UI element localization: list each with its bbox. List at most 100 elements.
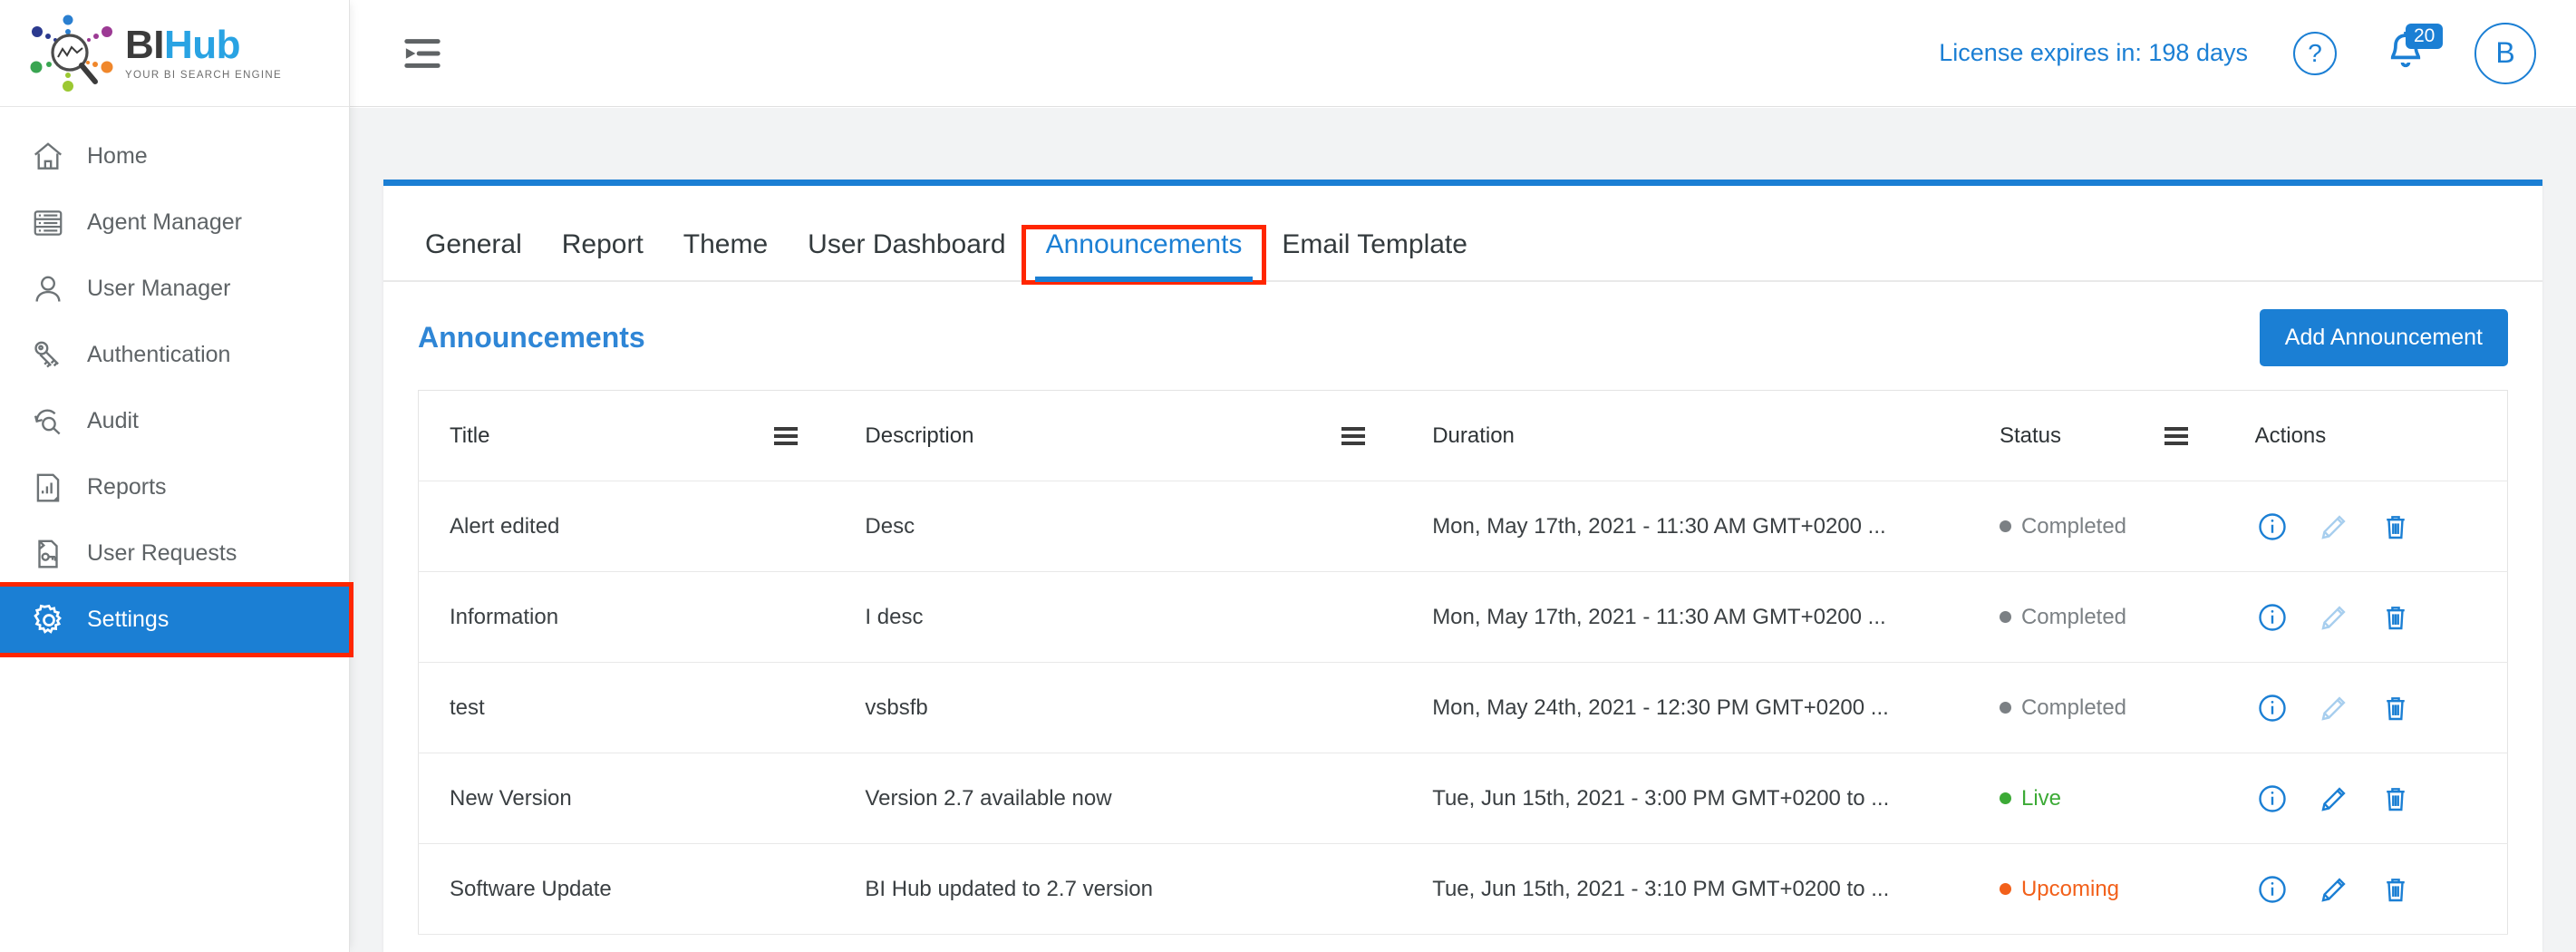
delete-trash-icon[interactable] bbox=[2378, 782, 2413, 816]
status-badge: Upcoming bbox=[1999, 877, 2224, 902]
brand-title-bi: BI bbox=[125, 23, 165, 67]
sidebar-item-label: User Manager bbox=[87, 276, 231, 301]
cell-status: Completed bbox=[1968, 481, 2224, 572]
avatar-initial: B bbox=[2495, 36, 2515, 69]
tab-theme[interactable]: Theme bbox=[663, 229, 788, 280]
edit-pencil-icon bbox=[2317, 510, 2351, 544]
column-header-status[interactable]: Status bbox=[1968, 390, 2224, 481]
status-dot-icon bbox=[1999, 792, 2011, 804]
announcements-table-wrapper: Title Description Duration Status Action… bbox=[383, 390, 2542, 935]
add-announcement-button[interactable]: Add Announcement bbox=[2259, 309, 2508, 366]
sidebar: BIHub YOUR BI SEARCH ENGINE Home Agent M… bbox=[0, 0, 353, 952]
cell-status: Completed bbox=[1968, 571, 2224, 663]
cell-actions bbox=[2223, 662, 2508, 753]
cell-status: Upcoming bbox=[1968, 843, 2224, 935]
sidebar-item-settings[interactable]: Settings bbox=[0, 582, 353, 657]
settings-card: General Report Theme User Dashboard Anno… bbox=[383, 180, 2542, 952]
sidebar-item-user-requests[interactable]: User Requests bbox=[0, 520, 349, 587]
edit-pencil-icon[interactable] bbox=[2317, 782, 2351, 816]
application-window: BIHub YOUR BI SEARCH ENGINE Home Agent M… bbox=[0, 0, 2576, 952]
tab-label: Theme bbox=[683, 229, 769, 259]
column-header-label: Description bbox=[865, 423, 974, 448]
tab-email-template[interactable]: Email Template bbox=[1262, 229, 1487, 280]
server-list-icon bbox=[31, 206, 73, 240]
sidebar-nav: Home Agent Manager User Manager Authenti… bbox=[0, 107, 353, 657]
sidebar-item-label: Audit bbox=[87, 408, 139, 433]
cell-duration: Mon, May 17th, 2021 - 11:30 AM GMT+0200 … bbox=[1401, 571, 1969, 663]
tab-general[interactable]: General bbox=[405, 229, 542, 280]
tab-label: General bbox=[425, 229, 522, 259]
avatar[interactable]: B bbox=[2474, 22, 2536, 84]
sidebar-item-home[interactable]: Home bbox=[0, 123, 349, 189]
sidebar-item-user-manager[interactable]: User Manager bbox=[0, 256, 349, 322]
sidebar-item-label: Home bbox=[87, 143, 148, 169]
cell-duration: Tue, Jun 15th, 2021 - 3:10 PM GMT+0200 t… bbox=[1401, 843, 1969, 935]
info-icon[interactable] bbox=[2255, 872, 2290, 907]
tab-user-dashboard[interactable]: User Dashboard bbox=[788, 229, 1025, 280]
edit-pencil-icon[interactable] bbox=[2317, 872, 2351, 907]
table-row[interactable]: Software Update BI Hub updated to 2.7 ver… bbox=[418, 843, 2508, 935]
cell-title: test bbox=[418, 662, 835, 753]
column-menu-icon[interactable] bbox=[774, 426, 799, 445]
column-header-duration[interactable]: Duration bbox=[1401, 390, 1969, 481]
settings-tabs: General Report Theme User Dashboard Anno… bbox=[383, 186, 2542, 285]
keys-icon bbox=[31, 338, 73, 373]
cell-actions bbox=[2223, 843, 2508, 935]
sidebar-item-audit[interactable]: Audit bbox=[0, 388, 349, 454]
license-expiry-text[interactable]: License expires in: 198 days bbox=[1939, 39, 2248, 67]
table-row[interactable]: Information I desc Mon, May 17th, 2021 - 1… bbox=[418, 571, 2508, 663]
tab-report[interactable]: Report bbox=[542, 229, 663, 280]
info-icon[interactable] bbox=[2255, 691, 2290, 725]
cell-description: Version 2.7 available now bbox=[834, 753, 1402, 844]
delete-trash-icon[interactable] bbox=[2378, 510, 2413, 544]
notification-badge: 20 bbox=[2406, 23, 2444, 50]
cell-duration: Mon, May 17th, 2021 - 11:30 AM GMT+0200 … bbox=[1401, 481, 1969, 572]
edit-pencil-icon bbox=[2317, 600, 2351, 635]
status-badge: Live bbox=[1999, 786, 2224, 811]
table-row[interactable]: New Version Version 2.7 available now Tue,… bbox=[418, 753, 2508, 844]
status-dot-icon bbox=[1999, 611, 2011, 623]
cell-description: vsbsfb bbox=[834, 662, 1402, 753]
brand-title: BIHub bbox=[125, 25, 282, 65]
info-icon[interactable] bbox=[2255, 782, 2290, 816]
tab-label: User Dashboard bbox=[808, 229, 1006, 259]
brand-text: BIHub YOUR BI SEARCH ENGINE bbox=[125, 25, 282, 82]
cell-status: Completed bbox=[1968, 662, 2224, 753]
column-menu-icon[interactable] bbox=[1341, 426, 1366, 445]
tab-label: Email Template bbox=[1282, 229, 1467, 259]
table-row[interactable]: test vsbsfb Mon, May 24th, 2021 - 12:30 PM… bbox=[418, 662, 2508, 753]
brand-logo[interactable]: BIHub YOUR BI SEARCH ENGINE bbox=[0, 0, 349, 107]
column-menu-icon[interactable] bbox=[2164, 426, 2188, 445]
question-mark-icon[interactable]: ? bbox=[2293, 31, 2337, 75]
column-header-title[interactable]: Title bbox=[418, 390, 835, 481]
cell-title: Information bbox=[418, 571, 835, 663]
cell-actions bbox=[2223, 571, 2508, 663]
cell-duration: Mon, May 24th, 2021 - 12:30 PM GMT+0200 … bbox=[1401, 662, 1969, 753]
tab-label: Announcements bbox=[1045, 229, 1243, 259]
brand-tagline: YOUR BI SEARCH ENGINE bbox=[125, 70, 282, 81]
column-header-description[interactable]: Description bbox=[834, 390, 1402, 481]
column-header-actions: Actions bbox=[2223, 390, 2508, 481]
table-body: Alert edited Desc Mon, May 17th, 2021 - 11… bbox=[418, 481, 2508, 935]
main-content: General Report Theme User Dashboard Anno… bbox=[350, 108, 2576, 952]
sidebar-item-authentication[interactable]: Authentication bbox=[0, 322, 349, 388]
delete-trash-icon[interactable] bbox=[2378, 872, 2413, 907]
delete-trash-icon[interactable] bbox=[2378, 691, 2413, 725]
sidebar-item-reports[interactable]: Reports bbox=[0, 454, 349, 520]
cell-title: Software Update bbox=[418, 843, 835, 935]
cell-duration: Tue, Jun 15th, 2021 - 3:00 PM GMT+0200 t… bbox=[1401, 753, 1969, 844]
sidebar-item-agent-manager[interactable]: Agent Manager bbox=[0, 189, 349, 256]
header-actions: License expires in: 198 days ? 20 B bbox=[1939, 22, 2576, 84]
notifications-button[interactable]: 20 bbox=[2382, 23, 2444, 80]
tab-announcements[interactable]: Announcements bbox=[1021, 225, 1267, 285]
cell-actions bbox=[2223, 481, 2508, 572]
sidebar-item-label: Agent Manager bbox=[87, 209, 242, 235]
brand-title-hub: Hub bbox=[164, 23, 241, 67]
delete-trash-icon[interactable] bbox=[2378, 600, 2413, 635]
collapse-menu-icon[interactable] bbox=[395, 28, 450, 79]
info-icon[interactable] bbox=[2255, 510, 2290, 544]
table-row[interactable]: Alert edited Desc Mon, May 17th, 2021 - 11… bbox=[418, 481, 2508, 572]
info-icon[interactable] bbox=[2255, 600, 2290, 635]
column-header-label: Status bbox=[1999, 423, 2062, 448]
report-chart-icon bbox=[31, 471, 73, 505]
